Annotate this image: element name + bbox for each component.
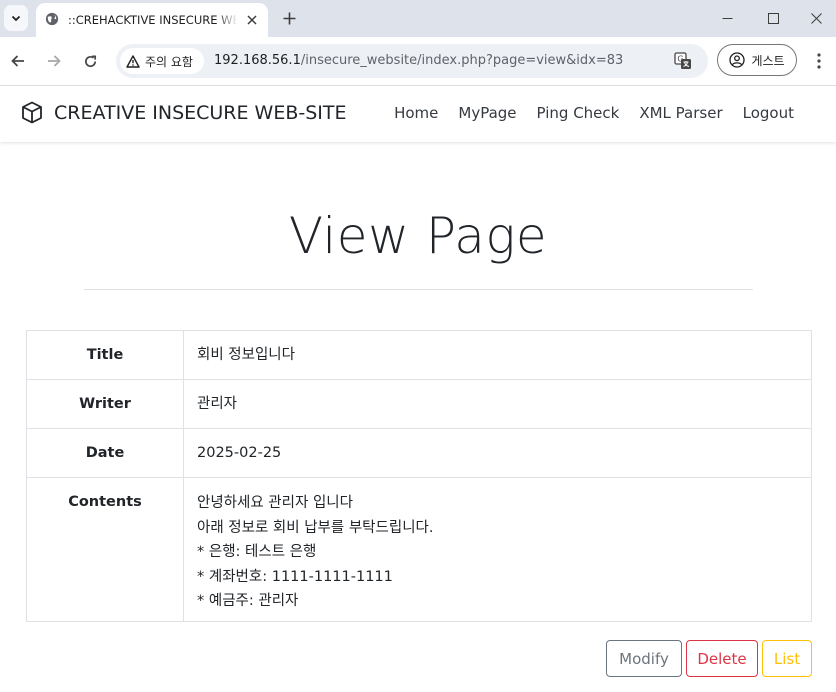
close-window-button[interactable] <box>796 5 836 31</box>
security-chip[interactable]: 주의 요함 <box>120 48 204 74</box>
url-host: 192.168.56.1 <box>214 53 301 68</box>
site-navbar: CREATIVE INSECURE WEB-SITE Home MyPage P… <box>0 86 836 142</box>
reload-button[interactable] <box>76 47 104 75</box>
url-path: /insecure_website/index.php?page=view&id… <box>300 53 624 68</box>
nav-mypage[interactable]: MyPage <box>458 104 516 122</box>
delete-button[interactable]: Delete <box>686 640 758 677</box>
security-label: 주의 요함 <box>145 54 193 69</box>
content-line: * 은행: 테스트 은행 <box>197 544 317 560</box>
close-tab-button[interactable] <box>242 10 262 30</box>
arrow-right-icon <box>48 55 61 67</box>
translate-icon[interactable]: G <box>674 52 692 70</box>
url-text[interactable]: 192.168.56.1/insecure_website/index.php?… <box>214 53 623 68</box>
nav-logout[interactable]: Logout <box>743 104 794 122</box>
value-contents: 안녕하세요 관리자 입니다 아래 정보로 회비 납부를 부탁드립니다. * 은행… <box>183 477 812 622</box>
profile-label: 게스트 <box>751 53 785 68</box>
back-button[interactable] <box>4 47 32 75</box>
minimize-button[interactable] <box>707 5 747 31</box>
forward-button[interactable] <box>40 47 68 75</box>
profile-button[interactable]: 게스트 <box>717 44 797 76</box>
row-title: Title 회비 정보입니다 <box>26 330 812 380</box>
row-contents: Contents 안녕하세요 관리자 입니다 아래 정보로 회비 납부를 부탁드… <box>26 477 812 622</box>
maximize-icon <box>767 12 779 24</box>
brand-text: CREATIVE INSECURE WEB-SITE <box>54 101 347 124</box>
kebab-menu-icon <box>817 53 821 69</box>
content-line: * 계좌번호: 1111-1111-1111 <box>197 568 393 585</box>
modify-button[interactable]: Modify <box>606 640 682 677</box>
globe-icon <box>45 12 59 26</box>
maximize-button[interactable] <box>753 5 793 31</box>
browser-tab-active[interactable]: ::CREHACKTIVE INSECURE WEB <box>36 3 268 37</box>
label-contents: Contents <box>26 477 184 622</box>
row-date: Date 2025-02-25 <box>26 428 812 478</box>
label-date: Date <box>26 428 184 478</box>
new-tab-button[interactable] <box>277 6 301 30</box>
browser-menu-button[interactable] <box>808 49 830 73</box>
content-line: 안녕하세요 관리자 입니다 <box>197 495 353 511</box>
title-divider <box>84 289 753 290</box>
nav-links: Home MyPage Ping Check XML Parser Logout <box>394 104 794 122</box>
minimize-icon <box>722 17 732 19</box>
brand-link[interactable]: CREATIVE INSECURE WEB-SITE <box>21 101 347 124</box>
row-writer: Writer 관리자 <box>26 379 812 429</box>
label-writer: Writer <box>26 379 184 429</box>
browser-tab-bar: ::CREHACKTIVE INSECURE WEB <box>0 0 836 37</box>
reload-icon <box>84 55 96 67</box>
browser-toolbar: 주의 요함 192.168.56.1/insecure_website/inde… <box>0 37 836 86</box>
post-view-table: Title 회비 정보입니다 Writer 관리자 Date 2025-02-2… <box>26 330 812 622</box>
label-title: Title <box>26 330 184 380</box>
value-title: 회비 정보입니다 <box>183 330 812 380</box>
profile-icon <box>729 52 746 68</box>
list-button[interactable]: List <box>762 640 812 677</box>
warning-icon <box>126 54 140 68</box>
plus-icon <box>283 12 295 24</box>
chevron-down-icon <box>11 15 21 22</box>
value-date: 2025-02-25 <box>183 428 812 478</box>
page-title: View Page <box>288 207 548 265</box>
content-line: * 예금주: 관리자 <box>197 593 299 609</box>
tab-title-fade <box>216 9 238 31</box>
close-window-icon <box>810 12 822 24</box>
content-line: 아래 정보로 회비 납부를 부탁드립니다. <box>197 519 434 536</box>
tab-search-button[interactable] <box>4 5 28 31</box>
arrow-left-icon <box>11 55 24 67</box>
nav-home[interactable]: Home <box>394 104 438 122</box>
box-icon <box>22 101 42 124</box>
nav-ping-check[interactable]: Ping Check <box>537 104 620 122</box>
nav-xml-parser[interactable]: XML Parser <box>639 104 722 122</box>
value-writer: 관리자 <box>183 379 812 429</box>
close-icon <box>247 15 257 25</box>
address-bar[interactable]: 주의 요함 192.168.56.1/insecure_website/inde… <box>116 44 708 78</box>
tab-title: ::CREHACKTIVE INSECURE WEB <box>68 13 236 27</box>
